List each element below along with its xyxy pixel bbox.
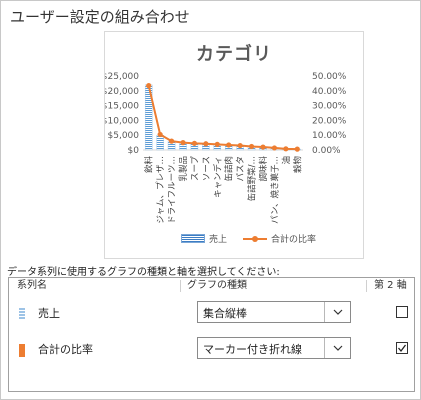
point-ratio — [180, 140, 186, 146]
series-name-ratio: 合計の比率 — [38, 343, 93, 356]
chart-preview: カテゴリ $0 $5,000 $10,000 $15,000 $20,000 $25,00… — [104, 31, 364, 259]
combo-chart-dialog: ユーザー設定の組み合わせ カテゴリ $0 $5,000 $10,000 $15,000… — [0, 0, 421, 400]
x-tick-label: 缶詰野菜/… — [247, 156, 258, 201]
x-tick-label: 缶詰肉 — [224, 156, 235, 182]
point-ratio — [214, 141, 220, 147]
legend-label-sales: 売上 — [209, 235, 228, 245]
x-tick-label: ジャム、プレザ… — [156, 156, 166, 224]
y2-tick-label: 10.00% — [312, 131, 347, 141]
chart-type-value: 集合縦棒 — [203, 307, 247, 320]
x-tick-label: スープ — [190, 156, 200, 181]
combo-chart: $0 $5,000 $10,000 $15,000 $20,000 $25,000 0.00… — [105, 72, 347, 224]
y2-tick-label: 0.00% — [312, 146, 341, 156]
point-ratio — [283, 146, 289, 152]
secondary-axis-checkbox-sales[interactable] — [396, 306, 408, 318]
point-ratio — [237, 142, 243, 149]
point-ratio — [271, 145, 278, 151]
series-name-sales: 売上 — [38, 307, 60, 320]
line-series-icon — [19, 342, 25, 361]
y-tick-label: $20,000 — [105, 87, 139, 97]
y2-tick-label: 50.00% — [312, 72, 347, 82]
header-chart-type: グラフの種類 — [187, 280, 247, 291]
x-tick-label: 乳製品 — [178, 156, 189, 182]
point-ratio — [248, 143, 255, 150]
x-tick-label: 穀物 — [292, 156, 303, 174]
dialog-title: ユーザー設定の組み合わせ — [10, 8, 190, 26]
point-ratio — [157, 131, 163, 138]
chevron-down-icon[interactable] — [324, 302, 350, 322]
instruction-text: データ系列に使用するグラフの種類と軸を選択してください: — [7, 267, 280, 278]
chart-type-select-sales[interactable]: 集合縦棒 — [197, 301, 351, 323]
chart-type-value: マーカー付き折れ線 — [203, 343, 302, 356]
y2-tick-label: 20.00% — [312, 116, 347, 126]
point-ratio — [294, 146, 300, 152]
legend-line-swatch — [243, 234, 267, 244]
header-secondary-axis: 第 2 軸 — [374, 280, 407, 291]
header-divider — [180, 280, 181, 292]
chart-legend: 売上 合計の比率 — [145, 232, 345, 248]
y2-tick-label: 30.00% — [312, 102, 347, 112]
header-divider — [366, 280, 367, 292]
series-grid: 系列名 グラフの種類 第 2 軸 売上 集合縦棒 合計の比率 マーカー付き折れ線 — [8, 277, 415, 392]
legend-item-ratio: 合計の比率 — [243, 232, 316, 245]
y-tick-label: $0 — [128, 146, 140, 156]
y-tick-label: $15,000 — [105, 102, 139, 112]
legend-label-ratio: 合計の比率 — [271, 235, 317, 245]
check-icon — [398, 344, 407, 353]
header-series-name: 系列名 — [17, 280, 47, 291]
x-tick-label: キャンディ — [212, 156, 223, 198]
legend-item-sales: 売上 — [181, 232, 227, 245]
point-ratio — [146, 83, 152, 89]
y-tick-label: $25,000 — [105, 72, 139, 82]
chart-type-select-ratio[interactable]: マーカー付き折れ線 — [197, 337, 351, 359]
y2-tick-label: 40.00% — [312, 87, 347, 97]
x-tick-label: ドライフルーツ… — [168, 156, 178, 224]
x-tick-label: 調味料 — [258, 156, 269, 182]
x-tick-label: パスタ — [236, 156, 246, 182]
point-ratio — [203, 141, 209, 147]
y-tick-label: $10,000 — [105, 116, 139, 126]
point-ratio — [226, 142, 232, 148]
x-tick-label: 油 — [281, 156, 292, 165]
x-tick-label: 飲料 — [144, 156, 155, 174]
y-tick-label: $5,000 — [108, 131, 140, 141]
point-ratio — [168, 138, 175, 144]
legend-bar-swatch — [181, 234, 205, 243]
chevron-down-icon[interactable] — [324, 338, 350, 358]
x-tick-label: パン、焼き菓子… — [269, 156, 280, 224]
clustered-column-series-icon — [19, 306, 25, 325]
point-ratio — [191, 140, 198, 146]
secondary-axis-checkbox-ratio[interactable] — [396, 342, 408, 354]
x-tick-label: ソース — [202, 156, 212, 181]
bar-sales — [156, 134, 164, 151]
point-ratio — [260, 144, 266, 150]
